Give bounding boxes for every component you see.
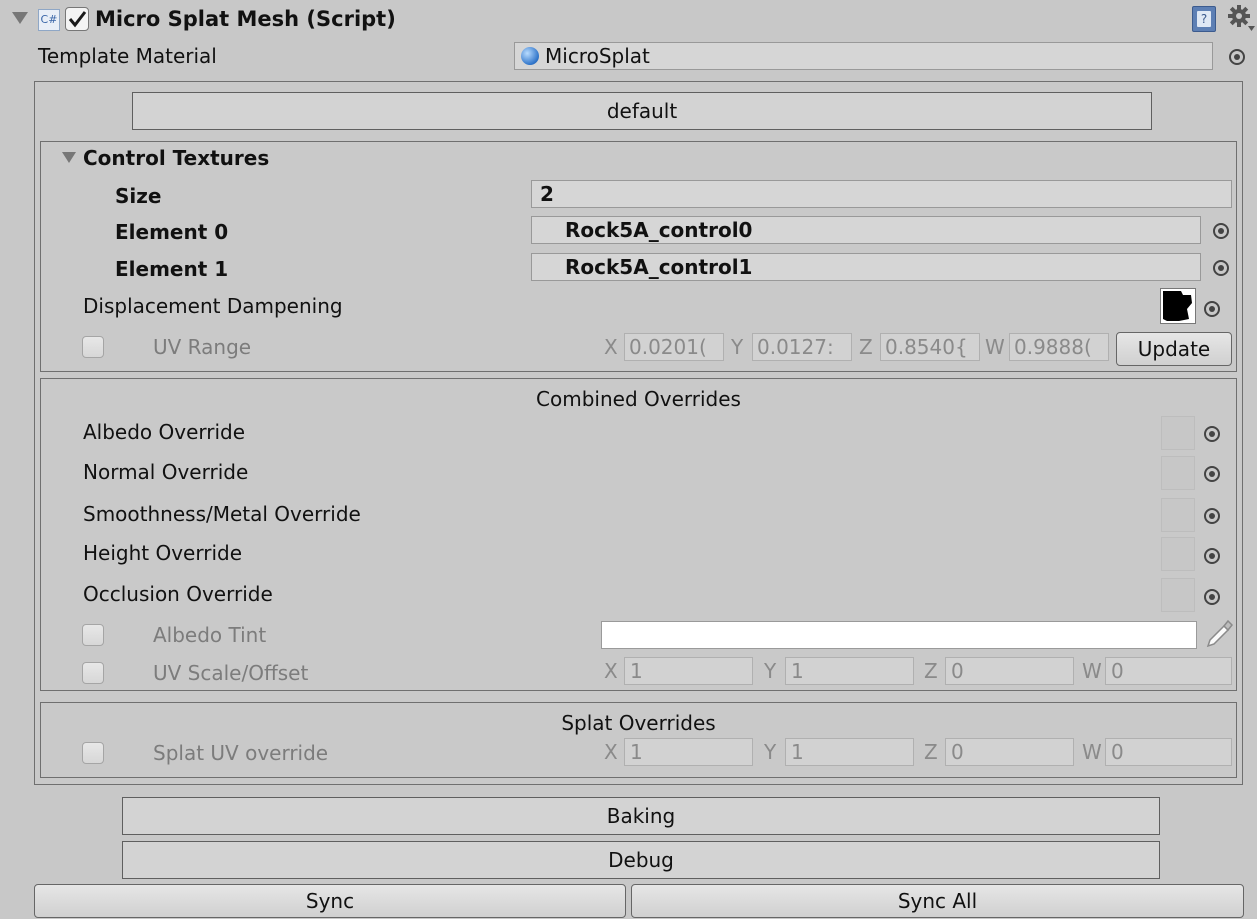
uv-range-x-label: X (604, 335, 618, 359)
template-material-field[interactable]: MicroSplat (514, 42, 1213, 70)
checkmark-icon (68, 11, 87, 28)
profile-default-button[interactable]: default (132, 92, 1152, 130)
normal-override-picker-icon[interactable] (1204, 466, 1220, 482)
template-material-label: Template Material (38, 44, 217, 68)
component-title: Micro Splat Mesh (Script) (95, 7, 396, 31)
element-0-label: Element 0 (115, 220, 229, 244)
splat-uv-override-label: Splat UV override (153, 741, 329, 765)
height-override-label: Height Override (83, 541, 243, 565)
component-enabled-checkbox[interactable] (65, 7, 89, 31)
element-0-field[interactable]: Rock5A_control0 (531, 216, 1201, 244)
albedo-override-slot[interactable] (1161, 416, 1195, 450)
combined-overrides-title: Combined Overrides (536, 387, 741, 411)
uv-scale-w-input[interactable]: 0 (1105, 657, 1232, 685)
height-override-slot[interactable] (1161, 537, 1195, 571)
displacement-picker-icon[interactable] (1204, 301, 1220, 317)
splat-uv-y-label: Y (764, 740, 777, 764)
element-0-picker-icon[interactable] (1213, 223, 1229, 239)
uv-scale-offset-label: UV Scale/Offset (153, 661, 309, 685)
uv-range-z-input[interactable]: 0.8540{ (880, 333, 980, 361)
smoothness-metal-override-picker-icon[interactable] (1204, 508, 1220, 524)
eyedropper-icon[interactable] (1204, 618, 1234, 650)
occlusion-override-slot[interactable] (1161, 578, 1195, 612)
albedo-override-picker-icon[interactable] (1204, 426, 1220, 442)
displacement-texture-thumbnail[interactable] (1160, 288, 1196, 324)
sync-button[interactable]: Sync (34, 884, 626, 918)
uv-range-y-label: Y (731, 335, 744, 359)
element-1-field[interactable]: Rock5A_control1 (531, 253, 1201, 281)
splat-uv-w-label: W (1082, 740, 1102, 764)
splat-uv-w-input[interactable]: 0 (1105, 738, 1232, 766)
element-1-picker-icon[interactable] (1213, 260, 1229, 276)
splat-uv-z-input[interactable]: 0 (945, 738, 1074, 766)
debug-button[interactable]: Debug (122, 841, 1160, 879)
uv-range-label: UV Range (153, 335, 252, 359)
smoothness-metal-override-slot[interactable] (1161, 498, 1195, 532)
normal-override-slot[interactable] (1161, 456, 1195, 490)
occlusion-override-picker-icon[interactable] (1204, 589, 1220, 605)
albedo-tint-checkbox[interactable] (82, 624, 104, 646)
element-1-label: Element 1 (115, 257, 229, 281)
uv-scale-offset-checkbox[interactable] (82, 662, 104, 684)
occlusion-override-label: Occlusion Override (83, 582, 273, 606)
displacement-dampening-label: Displacement Dampening (83, 294, 343, 318)
smoothness-metal-override-label: Smoothness/Metal Override (83, 502, 361, 526)
size-label: Size (115, 184, 162, 208)
splat-uv-y-input[interactable]: 1 (785, 738, 914, 766)
splat-uv-x-input[interactable]: 1 (624, 738, 753, 766)
uv-scale-y-label: Y (764, 659, 777, 683)
albedo-tint-color-field[interactable] (601, 621, 1197, 649)
albedo-tint-label: Albedo Tint (153, 623, 267, 647)
uv-range-w-input[interactable]: 0.9888( (1009, 333, 1109, 361)
uv-scale-z-label: Z (924, 659, 938, 683)
splat-overrides-title: Splat Overrides (561, 711, 716, 735)
uv-range-w-label: W (985, 335, 1005, 359)
uv-scale-z-input[interactable]: 0 (945, 657, 1074, 685)
help-icon[interactable]: ? (1192, 6, 1216, 32)
baking-button[interactable]: Baking (122, 797, 1160, 835)
update-button[interactable]: Update (1116, 332, 1232, 366)
control-textures-label: Control Textures (83, 146, 270, 170)
height-override-picker-icon[interactable] (1204, 548, 1220, 564)
splat-uv-override-checkbox[interactable] (82, 742, 104, 764)
uv-scale-w-label: W (1082, 659, 1102, 683)
uv-range-x-input[interactable]: 0.0201( (624, 333, 724, 361)
template-material-value: MicroSplat (545, 44, 650, 68)
uv-scale-y-input[interactable]: 1 (785, 657, 914, 685)
material-sphere-icon (521, 47, 539, 65)
splat-uv-x-label: X (604, 740, 618, 764)
uv-range-checkbox[interactable] (82, 336, 104, 358)
normal-override-label: Normal Override (83, 460, 249, 484)
foldout-arrow[interactable] (12, 12, 28, 24)
control-textures-foldout-arrow[interactable] (62, 152, 76, 163)
uv-range-y-input[interactable]: 0.0127: (752, 333, 852, 361)
template-material-picker-icon[interactable] (1229, 49, 1245, 65)
gear-icon[interactable] (1226, 4, 1256, 34)
script-icon: C# (38, 9, 60, 31)
size-input[interactable]: 2 (531, 180, 1232, 208)
uv-scale-x-input[interactable]: 1 (624, 657, 753, 685)
uv-scale-x-label: X (604, 659, 618, 683)
sync-all-button[interactable]: Sync All (631, 884, 1244, 918)
uv-range-z-label: Z (859, 335, 873, 359)
albedo-override-label: Albedo Override (83, 420, 246, 444)
splat-uv-z-label: Z (924, 740, 938, 764)
